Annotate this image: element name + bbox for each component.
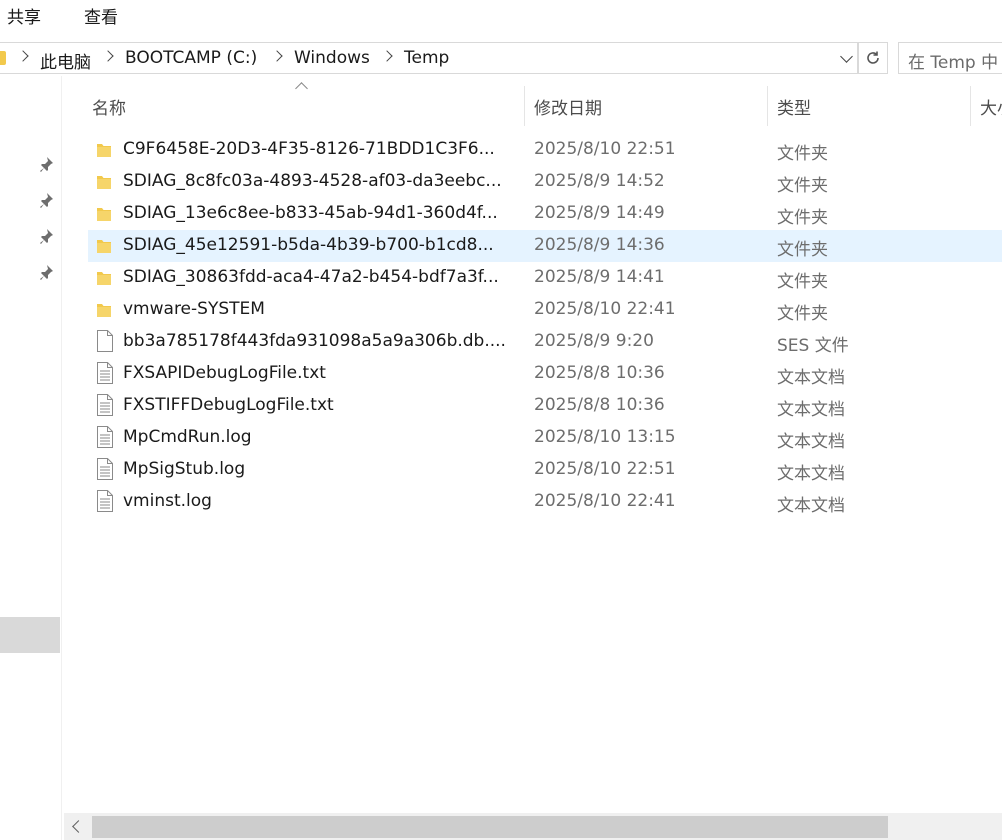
folder-icon xyxy=(96,269,112,292)
file-name: FXSAPIDebugLogFile.txt xyxy=(123,363,326,383)
file-row[interactable]: FXSTIFFDebugLogFile.txt 2025/8/8 10:36 文本文… xyxy=(88,390,1002,422)
column-header-date[interactable]: 修改日期 xyxy=(534,94,764,134)
file-type: 文件夹 xyxy=(777,144,828,164)
breadcrumb-windows[interactable]: Windows xyxy=(294,48,370,68)
file-date: 2025/8/9 14:49 xyxy=(534,203,665,223)
file-name: C9F6458E-20D3-4F35-8126-71BDD1C3F6... xyxy=(123,139,495,159)
column-divider[interactable] xyxy=(970,86,971,126)
folder-icon xyxy=(96,237,112,260)
file-name: MpCmdRun.log xyxy=(123,427,252,447)
pin-icon[interactable] xyxy=(38,264,54,280)
file-row[interactable]: SDIAG_13e6c8ee-b833-45ab-94d1-360d4f... 2… xyxy=(88,198,1002,230)
scrollbar-thumb[interactable] xyxy=(92,816,888,838)
horizontal-scrollbar[interactable] xyxy=(64,813,1002,840)
file-type: 文件夹 xyxy=(777,240,828,260)
file-type: 文本文档 xyxy=(777,432,845,452)
blank-file-icon xyxy=(96,330,114,357)
file-date: 2025/8/10 22:51 xyxy=(534,459,676,479)
file-row[interactable]: FXSAPIDebugLogFile.txt 2025/8/8 10:36 文本文档 xyxy=(88,358,1002,390)
pin-icon[interactable] xyxy=(38,156,54,172)
column-divider[interactable] xyxy=(524,86,525,126)
refresh-button[interactable] xyxy=(858,42,888,74)
file-date: 2025/8/9 14:52 xyxy=(534,171,665,191)
breadcrumb-this-pc[interactable]: 此电脑 xyxy=(40,48,91,73)
text-document-icon xyxy=(96,394,114,421)
file-type: SES 文件 xyxy=(777,336,849,356)
file-date: 2025/8/10 13:15 xyxy=(534,427,676,447)
file-type: 文本文档 xyxy=(777,400,845,420)
file-name: FXSTIFFDebugLogFile.txt xyxy=(123,395,334,415)
column-header-type[interactable]: 类型 xyxy=(777,94,967,134)
pin-icon[interactable] xyxy=(38,228,54,244)
navigation-pane xyxy=(0,76,62,840)
file-name: MpSigStub.log xyxy=(123,459,246,479)
file-row[interactable]: vmware-SYSTEM 2025/8/10 22:41 文件夹 xyxy=(88,294,1002,326)
file-type: 文本文档 xyxy=(777,464,845,484)
folder-icon xyxy=(96,301,112,324)
address-bar[interactable]: 此电脑 BOOTCAMP (C:) Windows Temp xyxy=(0,42,858,74)
file-name: SDIAG_13e6c8ee-b833-45ab-94d1-360d4f... xyxy=(123,203,498,223)
file-type: 文件夹 xyxy=(777,176,828,196)
file-date: 2025/8/9 9:20 xyxy=(534,331,654,351)
file-type: 文件夹 xyxy=(777,208,828,228)
file-name: SDIAG_30863fdd-aca4-47a2-b454-bdf7a3f... xyxy=(123,267,499,287)
sort-ascending-icon xyxy=(295,82,308,95)
file-name: vminst.log xyxy=(123,491,212,511)
file-date: 2025/8/9 14:41 xyxy=(534,267,665,287)
file-date: 2025/8/10 22:41 xyxy=(534,299,676,319)
text-document-icon xyxy=(96,362,114,389)
chevron-down-icon[interactable] xyxy=(840,50,853,63)
tab-view[interactable]: 查看 xyxy=(84,3,118,28)
refresh-icon xyxy=(867,51,879,64)
folder-icon xyxy=(0,51,6,65)
file-date: 2025/8/9 14:36 xyxy=(534,235,665,255)
file-type: 文件夹 xyxy=(777,272,828,292)
ribbon-tabs: 共享 查看 xyxy=(0,0,1002,30)
file-row[interactable]: SDIAG_30863fdd-aca4-47a2-b454-bdf7a3f...… xyxy=(88,262,1002,294)
file-row[interactable]: vminst.log 2025/8/10 22:41 文本文档 xyxy=(88,486,1002,518)
file-row[interactable]: bb3a785178f443fda931098a5a9a306b.db.... 2… xyxy=(88,326,1002,358)
file-row[interactable]: SDIAG_8c8fc03a-4893-4528-af03-da3eebc...… xyxy=(88,166,1002,198)
file-row[interactable]: SDIAG_45e12591-b5da-4b39-b700-b1cd8... 20… xyxy=(88,230,1002,262)
file-name: bb3a785178f443fda931098a5a9a306b.db.... xyxy=(123,331,506,351)
file-date: 2025/8/10 22:41 xyxy=(534,491,676,511)
folder-icon xyxy=(96,141,112,164)
text-document-icon xyxy=(96,490,114,517)
chevron-right-icon[interactable] xyxy=(381,50,393,62)
file-type: 文件夹 xyxy=(777,304,828,324)
file-date: 2025/8/10 22:51 xyxy=(534,139,676,159)
column-divider[interactable] xyxy=(767,86,768,126)
file-name: SDIAG_45e12591-b5da-4b39-b700-b1cd8... xyxy=(123,235,494,255)
folder-icon xyxy=(96,205,112,228)
file-date: 2025/8/8 10:36 xyxy=(534,395,665,415)
breadcrumb-temp[interactable]: Temp xyxy=(404,48,449,68)
nav-item-selected[interactable] xyxy=(0,617,60,653)
file-name: vmware-SYSTEM xyxy=(123,299,265,319)
file-row[interactable]: C9F6458E-20D3-4F35-8126-71BDD1C3F6... 202… xyxy=(88,134,1002,166)
text-document-icon xyxy=(96,458,114,485)
scroll-left-icon[interactable] xyxy=(72,820,85,833)
file-name: SDIAG_8c8fc03a-4893-4528-af03-da3eebc... xyxy=(123,171,502,191)
chevron-right-icon[interactable] xyxy=(102,50,114,62)
search-input[interactable]: 在 Temp 中 xyxy=(898,42,1002,74)
pin-icon[interactable] xyxy=(38,192,54,208)
file-row[interactable]: MpCmdRun.log 2025/8/10 13:15 文本文档 xyxy=(88,422,1002,454)
text-document-icon xyxy=(96,426,114,453)
chevron-right-icon[interactable] xyxy=(271,50,283,62)
chevron-right-icon[interactable] xyxy=(17,50,29,62)
file-type: 文本文档 xyxy=(777,368,845,388)
file-date: 2025/8/8 10:36 xyxy=(534,363,665,383)
breadcrumb-bootcamp[interactable]: BOOTCAMP (C:) xyxy=(125,48,257,68)
column-header-size[interactable]: 大小 xyxy=(980,94,1002,134)
folder-icon xyxy=(96,173,112,196)
column-header-name[interactable]: 名称 xyxy=(92,94,522,134)
file-row[interactable]: MpSigStub.log 2025/8/10 22:51 文本文档 xyxy=(88,454,1002,486)
tab-share[interactable]: 共享 xyxy=(7,3,41,28)
file-type: 文本文档 xyxy=(777,496,845,516)
